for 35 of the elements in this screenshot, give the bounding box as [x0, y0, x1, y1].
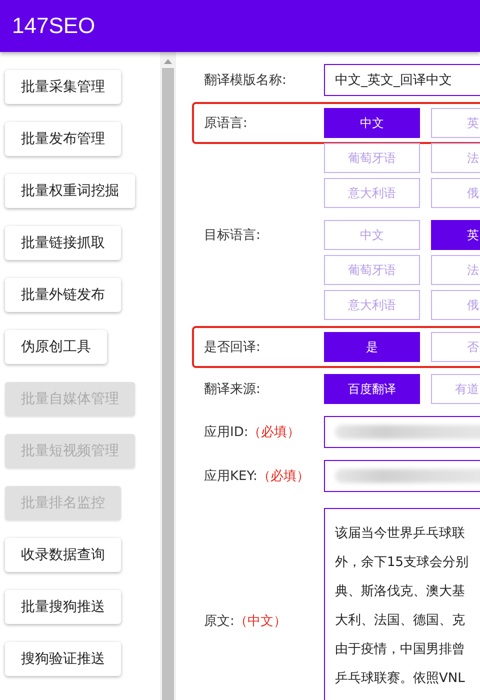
text-line: 外，余下15支球会分别	[335, 554, 470, 572]
text-line: 大利、法国、德国、克	[335, 612, 466, 630]
field-label: 目标语言:	[204, 227, 262, 244]
sidebar-button[interactable]: 批量发布管理	[5, 122, 121, 156]
field-label: 应用ID:（必填）	[204, 424, 302, 441]
source-text-area[interactable]: 该届当今世界乒乓球联 外，余下15支球会分别 典、斯洛伐克、澳大基 大利、法国、德国、克 由于疫情，中国男排曾 乒乓球联赛。依照VNL	[324, 508, 480, 700]
sidebar-button[interactable]: 批量链接抓取	[5, 226, 121, 260]
scrollbar-thumb[interactable]	[162, 68, 174, 700]
option-button[interactable]: 是	[324, 332, 420, 362]
scroll-up-icon[interactable]	[164, 58, 172, 64]
template-name-field[interactable]: 中文_英文_回译中文	[324, 64, 480, 96]
field-label: 翻译来源:	[204, 381, 262, 398]
sidebar-button[interactable]: 批量搜狗推送	[5, 590, 121, 624]
field-label: 原语言:	[204, 115, 248, 132]
sidebar-button[interactable]: 批量外链发布	[5, 278, 121, 312]
text-line: 乒乓球联赛。依照VNL	[335, 670, 466, 688]
field-label: 应用KEY:（必填）	[204, 468, 310, 485]
sidebar-button[interactable]: 批量采集管理	[5, 70, 121, 104]
option-button[interactable]: 百度翻译	[324, 374, 420, 404]
option-button[interactable]: 中文	[324, 108, 420, 138]
field-label: 原文:（中文）	[204, 613, 288, 630]
sidebar-button[interactable]: 批量权重词挖掘	[5, 174, 135, 208]
scrollbar[interactable]	[160, 52, 176, 700]
text-line: 由于疫情，中国男排曾	[335, 641, 466, 659]
sidebar-button[interactable]: 搜狗验证推送	[5, 642, 121, 676]
key-field[interactable]	[324, 416, 480, 448]
key-field[interactable]	[324, 460, 480, 492]
field-label: 翻译模版名称:	[204, 72, 288, 89]
sidebar-button[interactable]: 收录数据查询	[5, 538, 121, 572]
sidebar-button[interactable]: 伪原创工具	[5, 330, 107, 364]
text-line: 典、斯洛伐克、澳大基	[335, 583, 466, 601]
field-label: 是否回译:	[204, 339, 262, 356]
text-line: 该届当今世界乒乓球联	[335, 525, 466, 543]
option-button[interactable]: 英	[431, 220, 480, 250]
app-title: 147SEO	[12, 13, 96, 39]
